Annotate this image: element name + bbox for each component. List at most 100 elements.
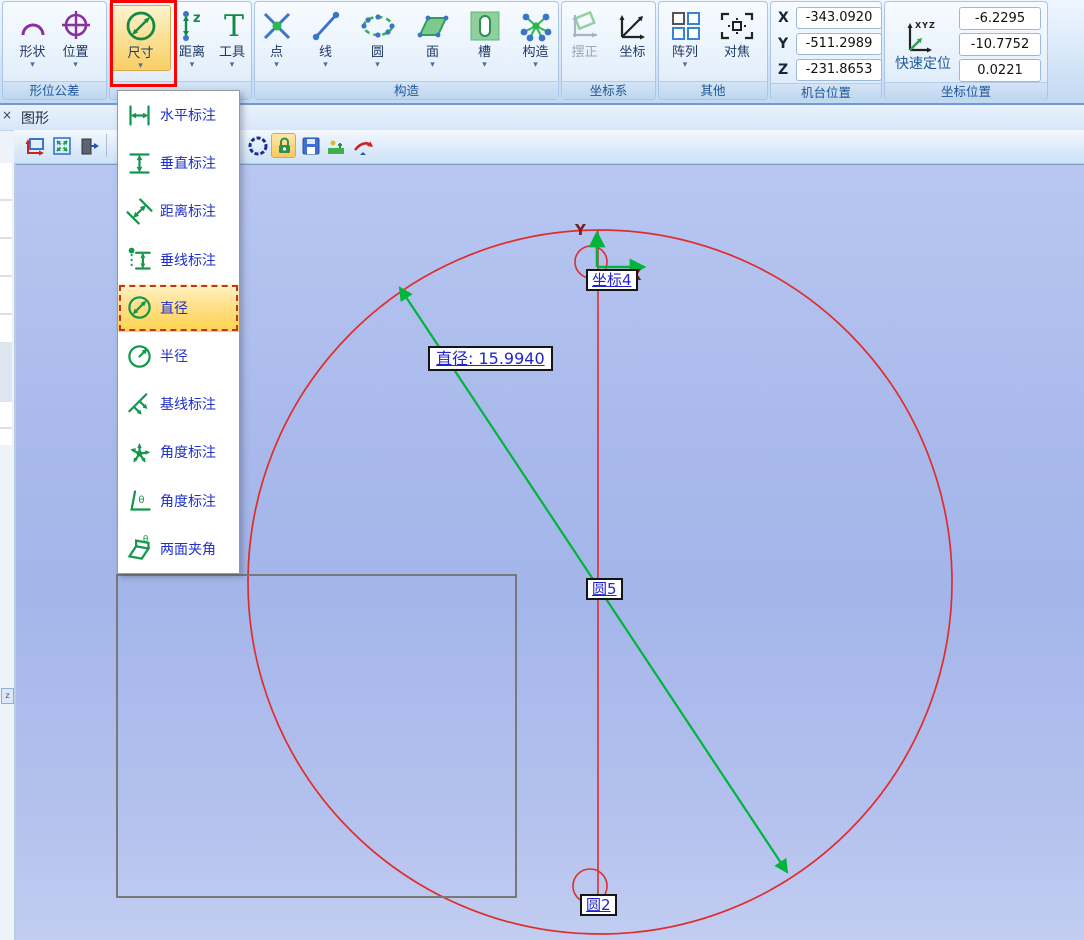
menu-item-angle-dim[interactable]: θ 角度标注 <box>118 477 239 525</box>
feature-tag-coord4[interactable]: 坐标4 <box>586 269 638 291</box>
menu-item-diameter[interactable]: 直径 <box>118 284 239 332</box>
chevron-down-icon: ▾ <box>138 62 143 70</box>
machine-y-label: Y <box>778 36 790 52</box>
line-button[interactable]: 线 ▾ <box>306 5 346 69</box>
dimension-button-label: 尺寸 <box>127 46 153 62</box>
construct-button[interactable]: 构造 ▾ <box>514 5 558 69</box>
menu-item-horizontal-dim[interactable]: 水平标注 <box>118 91 239 139</box>
shape-button-label: 形状 <box>19 45 45 61</box>
circle-button[interactable]: 圆 ▾ <box>354 5 402 69</box>
svg-text:XYZ: XYZ <box>915 21 936 30</box>
menu-item-label: 直径 <box>160 298 188 318</box>
shape-tolerance-button[interactable]: 形状 ▾ <box>13 5 53 69</box>
plane-button[interactable]: 面 ▾ <box>410 5 456 69</box>
group-label-machine-position: 机台位置 <box>771 83 881 101</box>
polygon-ring-button[interactable] <box>245 133 270 158</box>
construct-molecule-icon <box>518 9 554 43</box>
array-icon <box>669 9 701 43</box>
menu-item-baseline-dim[interactable]: 基线标注 <box>118 380 239 428</box>
pan-view-button[interactable] <box>22 133 47 158</box>
svg-text:θ: θ <box>138 495 144 506</box>
focus-icon <box>717 9 757 43</box>
position-button-label: 位置 <box>62 45 88 61</box>
quick-locate-button[interactable]: XYZ 快速定位 <box>891 16 955 72</box>
chevron-down-icon: ▾ <box>190 61 195 69</box>
dihedral-angle-icon: θ <box>126 535 153 562</box>
focus-button[interactable]: 对焦 <box>713 5 761 61</box>
menu-item-label: 两面夹角 <box>160 539 216 559</box>
group-construct: 点 ▾ 线 ▾ 圆 ▾ <box>254 1 559 100</box>
array-button[interactable]: 阵列 ▾ <box>665 5 705 69</box>
align-button-label: 摆正 <box>571 45 597 61</box>
menu-item-label: 角度标注 <box>160 491 216 511</box>
tools-button[interactable]: T 工具 ▾ <box>213 5 251 69</box>
radius-icon <box>126 343 153 370</box>
left-panel-band <box>0 342 12 402</box>
chevron-down-icon: ▾ <box>533 61 538 69</box>
line-icon <box>310 9 342 43</box>
chevron-down-icon: ▾ <box>30 61 35 69</box>
menu-item-basepoint-dim[interactable]: 角度标注 <box>118 428 239 476</box>
circle-icon <box>358 9 398 43</box>
position-tolerance-button[interactable]: 位置 ▾ <box>55 5 97 69</box>
chevron-down-icon: ▾ <box>482 61 487 69</box>
group-dimension: 尺寸 ▾ z 距离 ▾ T 工具 ▾ <box>109 1 252 100</box>
group-machine-position: X -343.0920 Y -511.2989 Z -231.8653 机台位置 <box>770 1 882 100</box>
perpendicular-dim-icon <box>126 246 153 273</box>
export-view-icon <box>78 135 100 157</box>
svg-text:T: T <box>224 9 244 44</box>
menu-item-perpendicular-dim[interactable]: 垂线标注 <box>118 236 239 284</box>
menu-item-label: 基线标注 <box>160 394 216 414</box>
zoom-fit-button[interactable] <box>49 133 74 158</box>
export-view-button[interactable] <box>76 133 101 158</box>
redo-arrow-button[interactable] <box>350 133 375 158</box>
left-docked-panel-edge: z <box>0 105 16 940</box>
menu-item-dihedral-angle[interactable]: θ 两面夹角 <box>118 525 239 573</box>
coordinate-button[interactable]: 坐标 <box>612 5 654 61</box>
pan-view-icon <box>24 135 46 157</box>
slot-icon <box>468 9 502 43</box>
feature-tag-circle2[interactable]: 圆2 <box>580 894 617 916</box>
group-coordsys: 摆正 坐标 坐标系 <box>561 1 656 100</box>
menu-item-distance-dim[interactable]: 距离标注 <box>118 187 239 235</box>
menu-item-label: 半径 <box>160 346 188 366</box>
coord-y-value: -10.7752 <box>959 33 1041 56</box>
polygon-ring-icon <box>247 135 269 157</box>
scene-button[interactable] <box>323 133 348 158</box>
horizontal-dim-icon <box>126 102 153 129</box>
panel-edge-close-icon[interactable]: × <box>2 108 12 122</box>
chevron-down-icon: ▾ <box>375 61 380 69</box>
machine-x-label: X <box>778 10 790 26</box>
slot-button[interactable]: 槽 ▾ <box>464 5 506 69</box>
coordinate-button-label: 坐标 <box>619 45 645 61</box>
save-view-button[interactable] <box>298 133 323 158</box>
chevron-down-icon: ▾ <box>73 61 78 69</box>
scene-icon <box>325 135 347 157</box>
toolbar-separator <box>106 134 107 157</box>
menu-item-label: 距离标注 <box>160 201 216 221</box>
distance-button[interactable]: z 距离 ▾ <box>172 5 212 69</box>
point-button[interactable]: 点 ▾ <box>256 5 298 69</box>
dimension-button[interactable]: 尺寸 ▾ <box>110 5 171 71</box>
angle-dim-icon: θ <box>126 487 153 514</box>
left-panel-row-slivers <box>0 163 12 445</box>
tools-button-label: 工具 <box>219 45 245 61</box>
save-icon <box>300 135 322 157</box>
group-coordinate-position: XYZ 快速定位 -6.2295 -10.7752 0.0221 坐标位置 <box>884 1 1048 100</box>
construct-button-label: 构造 <box>522 45 548 61</box>
menu-item-vertical-dim[interactable]: 垂直标注 <box>118 139 239 187</box>
lock-view-button[interactable] <box>271 133 296 158</box>
quick-locate-label: 快速定位 <box>895 56 951 72</box>
machine-z-value: -231.8653 <box>796 59 882 81</box>
group-label-form-tolerance: 形位公差 <box>3 81 106 99</box>
menu-item-radius[interactable]: 半径 <box>118 332 239 380</box>
diameter-result-tag[interactable]: 直径: 15.9940 <box>428 346 553 371</box>
coord-z-value: 0.0221 <box>959 59 1041 82</box>
tab-graphics[interactable]: 图形 <box>21 108 49 128</box>
chevron-down-icon: ▾ <box>683 61 688 69</box>
focus-button-label: 对焦 <box>724 45 750 61</box>
align-button[interactable]: 摆正 <box>564 5 606 61</box>
group-other: 阵列 ▾ 对焦 其他 <box>658 1 768 100</box>
group-label-coordsys: 坐标系 <box>562 81 655 99</box>
feature-tag-circle5[interactable]: 圆5 <box>586 578 623 600</box>
